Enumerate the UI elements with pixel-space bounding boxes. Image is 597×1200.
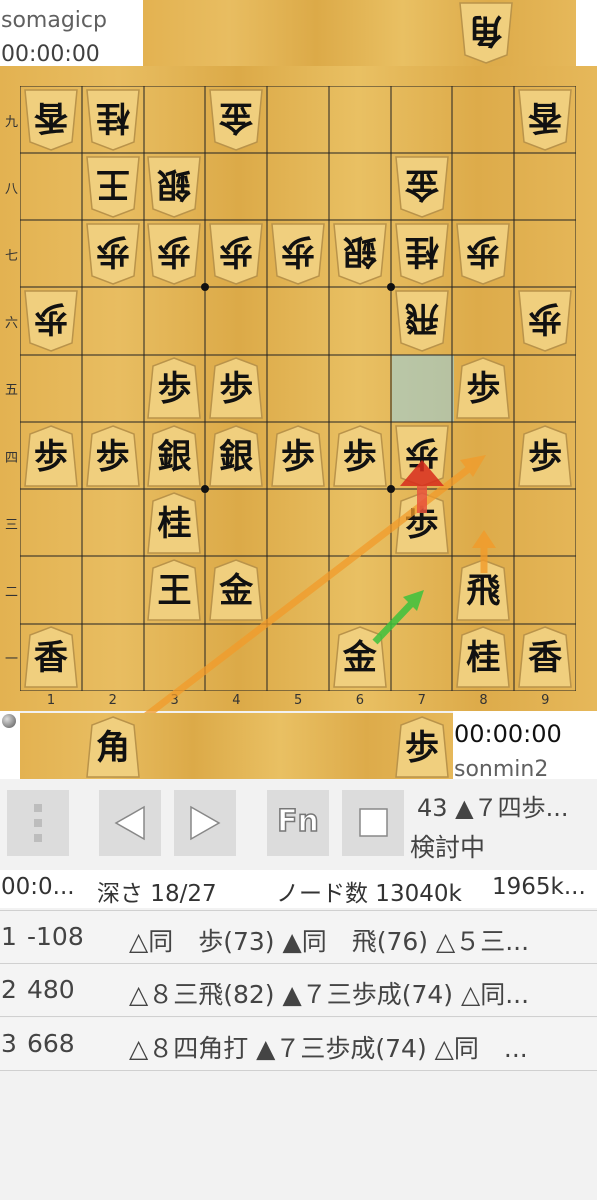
bottom-hand-piece[interactable]: 歩 — [395, 715, 449, 779]
stats-depth: 深さ 18/27 — [97, 881, 217, 907]
bottom-player-info: 00:00:00 sonmin2 — [453, 711, 597, 782]
turn-indicator-icon — [2, 714, 16, 728]
pv-line[interactable]: 1 -108 △同 歩(73) ▲同 飛(76) △５三... — [0, 910, 597, 964]
engine-stats: 00:0... 深さ 18/27 ノード数 13040k 1965k... — [0, 870, 597, 908]
toolbar: Fn 43 ▲７四歩... 検討中 — [0, 779, 597, 869]
pv-moves: △８三飛(82) ▲７三歩成(74) △同... — [129, 980, 530, 1009]
pv-score: -108 — [27, 922, 84, 951]
current-move: 43 ▲７四歩... — [417, 794, 569, 822]
analysis-status: 検討中 — [410, 833, 486, 862]
vertical-dots-icon — [34, 804, 42, 842]
pv-index: 3 — [1, 1029, 17, 1058]
triangle-left-icon — [114, 805, 145, 841]
stats-nodes: ノード数 13040k — [276, 881, 462, 907]
bottom-player-clock: 00:00:00 — [454, 720, 562, 748]
stop-button[interactable] — [342, 790, 404, 856]
bishop-arrow — [122, 455, 486, 735]
menu-button[interactable] — [7, 790, 69, 856]
triangle-right-icon — [190, 805, 221, 841]
prev-move-button[interactable] — [99, 790, 161, 856]
fn-label: Fn — [276, 803, 319, 840]
pv-moves: △同 歩(73) ▲同 飛(76) △５三... — [129, 927, 530, 956]
bottom-piece-stand[interactable]: 角 歩 — [20, 713, 453, 779]
pv-index: 1 — [1, 922, 17, 951]
pv-score: 668 — [27, 1029, 75, 1058]
stats-nps: 1965k... — [492, 874, 586, 900]
rook-arrow — [472, 530, 496, 573]
analysis-arrows — [122, 455, 496, 735]
pv-index: 2 — [1, 975, 17, 1004]
pawn-arrow — [400, 460, 444, 513]
pv-line[interactable]: 2 480 △８三飛(82) ▲７三歩成(74) △同... — [0, 964, 597, 1017]
next-move-button[interactable] — [174, 790, 236, 856]
fn-button[interactable]: Fn — [267, 790, 329, 856]
pv-moves: △８四角打 ▲７三歩成(74) △同 ... — [129, 1034, 528, 1063]
square-icon — [359, 808, 388, 837]
gold-arrow — [372, 590, 424, 645]
pv-line[interactable]: 3 668 △８四角打 ▲７三歩成(74) △同 ... — [0, 1018, 597, 1071]
pv-score: 480 — [27, 975, 75, 1004]
bottom-hand-piece[interactable]: 角 — [86, 715, 140, 779]
stats-time: 00:0... — [1, 874, 75, 900]
